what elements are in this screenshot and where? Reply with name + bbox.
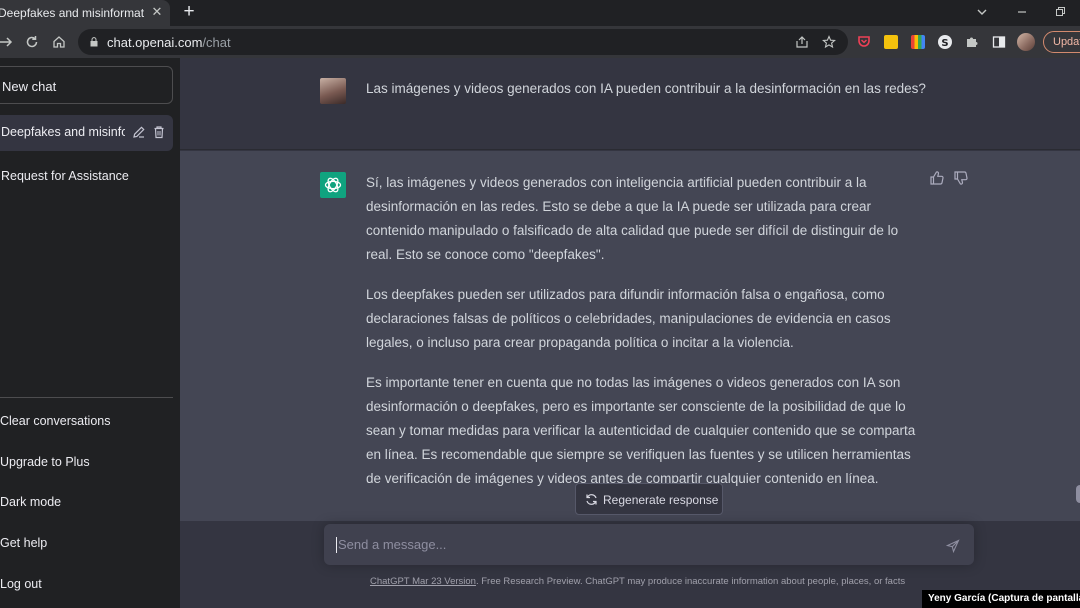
delete-trash-icon[interactable] xyxy=(152,125,166,139)
sidebar: New chat Deepfakes and misinfor Request … xyxy=(0,58,180,608)
new-chat-button[interactable]: New chat xyxy=(0,66,173,104)
address-bar[interactable]: chat.openai.com/chat xyxy=(78,29,848,55)
url-host: chat.openai.com xyxy=(107,35,203,50)
message-input-box[interactable] xyxy=(324,524,974,565)
regenerate-response-button[interactable]: Regenerate response xyxy=(575,483,723,515)
log-out-link[interactable]: Log out xyxy=(0,577,42,591)
tab-close-icon[interactable]: ✕ xyxy=(150,4,164,20)
share-icon[interactable] xyxy=(793,33,811,51)
minimize-icon[interactable] xyxy=(1012,2,1032,22)
clear-conversations-link[interactable]: Clear conversations xyxy=(0,414,110,428)
footer-text: . Free Research Preview. ChatGPT may pro… xyxy=(475,576,906,587)
svg-text:S: S xyxy=(941,38,948,49)
bookmark-star-icon[interactable] xyxy=(820,33,838,51)
message-input[interactable] xyxy=(338,537,928,552)
conversation-title: Deepfakes and misinfor xyxy=(1,125,125,139)
footer-disclaimer: ChatGPT Mar 23 Version. Free Research Pr… xyxy=(370,576,905,587)
version-link[interactable]: ChatGPT Mar 23 Version xyxy=(370,576,476,587)
dark-mode-link[interactable]: Dark mode xyxy=(0,495,61,509)
answer-paragraph: Los deepfakes pueden ser utilizados para… xyxy=(366,287,891,350)
tab-title: Deepfakes and misinformation. xyxy=(0,6,144,20)
user-avatar xyxy=(320,78,346,104)
chatgpt-logo-icon xyxy=(320,172,346,198)
text-caret xyxy=(336,537,337,553)
upgrade-to-plus-link[interactable]: Upgrade to Plus xyxy=(0,455,90,469)
url-path: /chat xyxy=(202,35,231,50)
regenerate-label: Regenerate response xyxy=(603,493,719,507)
user-message: Las imágenes y videos generados con IA p… xyxy=(180,58,1080,150)
sidebar-divider xyxy=(0,397,173,398)
image-credit: Yeny García (Captura de pantalla) xyxy=(922,590,1080,608)
assistant-message: Sí, las imágenes y videos generados con … xyxy=(180,151,1080,521)
reload-icon[interactable] xyxy=(22,31,42,53)
url-text: chat.openai.com/chat xyxy=(107,35,231,50)
side-panel-icon[interactable] xyxy=(992,35,1006,49)
pocket-extension-icon[interactable] xyxy=(857,35,871,49)
thumbs-down-icon[interactable] xyxy=(953,170,969,186)
refresh-icon xyxy=(586,494,597,505)
browser-tab-bar: Deepfakes and misinformation. ✕ + xyxy=(0,0,1080,26)
new-tab-icon[interactable]: + xyxy=(179,1,199,23)
answer-paragraph: Sí, las imágenes y videos generados con … xyxy=(366,175,899,262)
conversation-title: Request for Assistance xyxy=(1,169,129,183)
tab-search-chevron-icon[interactable] xyxy=(972,2,992,22)
color-extension-icon[interactable] xyxy=(911,35,925,49)
send-icon[interactable] xyxy=(946,539,960,553)
lock-icon[interactable] xyxy=(90,37,98,47)
get-help-link[interactable]: Get help xyxy=(0,536,47,550)
scroll-to-bottom-handle[interactable] xyxy=(1076,485,1080,503)
chat-main: Las imágenes y videos generados con IA p… xyxy=(180,58,1080,608)
restore-icon[interactable] xyxy=(1050,2,1070,22)
sidebar-item-deepfakes[interactable]: Deepfakes and misinfor xyxy=(0,115,173,151)
thumbs-up-icon[interactable] xyxy=(929,170,945,186)
s-extension-icon[interactable]: S xyxy=(938,35,952,49)
user-question-text: Las imágenes y videos generados con IA p… xyxy=(366,81,926,96)
new-chat-label: New chat xyxy=(2,79,57,94)
update-button[interactable]: Updat xyxy=(1043,31,1080,53)
profile-avatar[interactable] xyxy=(1017,33,1035,51)
browser-toolbar: chat.openai.com/chat S Updat xyxy=(0,26,1080,58)
home-icon[interactable] xyxy=(49,31,69,53)
answer-paragraph: Es importante tener en cuenta que no tod… xyxy=(366,375,916,486)
extensions-puzzle-icon[interactable] xyxy=(965,35,979,49)
forward-arrow-icon[interactable] xyxy=(0,31,16,53)
browser-tab[interactable]: Deepfakes and misinformation. ✕ xyxy=(0,0,170,26)
edit-pencil-icon[interactable] xyxy=(132,125,146,139)
sidebar-item-request-for-assistance[interactable]: Request for Assistance xyxy=(0,159,173,195)
notes-extension-icon[interactable] xyxy=(884,35,898,49)
